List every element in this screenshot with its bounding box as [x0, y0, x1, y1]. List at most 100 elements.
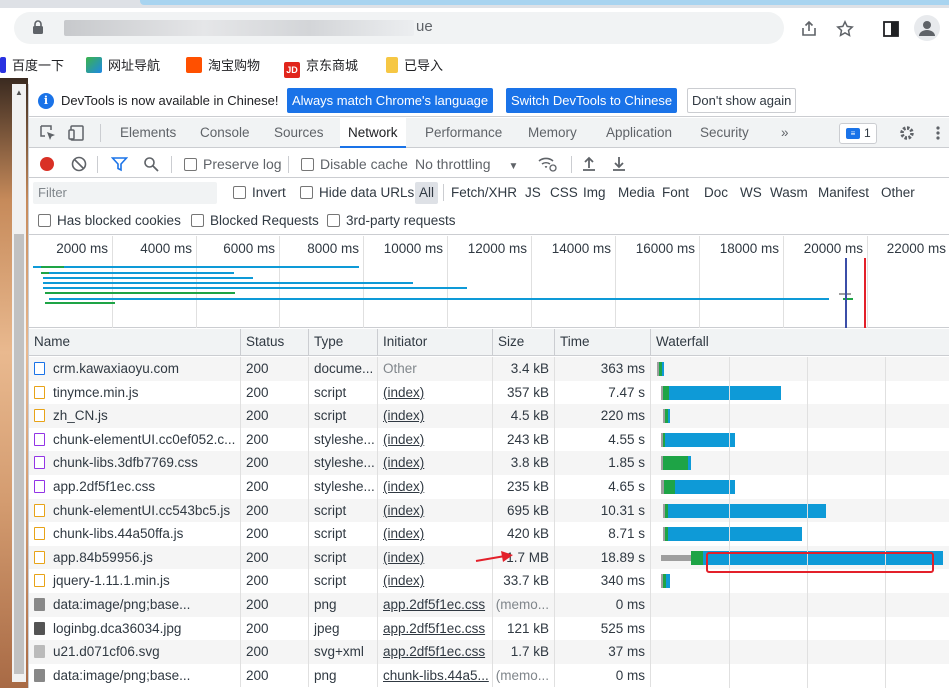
tab-security[interactable]: Security [700, 118, 749, 148]
request-initiator[interactable]: (index) [383, 573, 424, 588]
tab-console[interactable]: Console [200, 118, 250, 148]
tab-network[interactable]: Network [340, 118, 406, 148]
table-row[interactable]: chunk-libs.3dfb7769.css 200 styleshe... (in… [29, 451, 949, 475]
scroll-up-icon[interactable]: ▲ [15, 88, 23, 97]
document-icon [34, 362, 45, 375]
profile-avatar[interactable] [914, 15, 940, 41]
overview-tick-label: 6000 ms [223, 241, 275, 256]
column-status[interactable]: Status [241, 329, 309, 356]
filter-type-media[interactable]: Media [618, 185, 655, 200]
filter-type-all[interactable]: All [415, 182, 439, 204]
inspect-element-icon[interactable] [39, 124, 57, 142]
filter-type-font[interactable]: Font [662, 185, 689, 200]
network-conditions-wifi-icon[interactable] [537, 155, 557, 173]
page-scrollbar[interactable]: ▲ [12, 84, 26, 682]
issues-counter-button[interactable]: ≡ 1 [839, 123, 877, 144]
more-options-icon[interactable] [929, 124, 947, 142]
table-row[interactable]: data:image/png;base... 200 png chunk-libs.4… [29, 663, 949, 688]
invert-checkbox[interactable]: Invert [233, 185, 286, 200]
request-initiator[interactable]: app.2df5f1ec.css [383, 644, 485, 659]
blocked-requests-checkbox[interactable]: Blocked Requests [191, 213, 319, 228]
import-har-icon[interactable] [581, 155, 597, 172]
request-type: png [314, 597, 337, 612]
dont-show-again-button[interactable]: Don't show again [687, 88, 797, 113]
export-har-icon[interactable] [611, 155, 627, 172]
filter-type-manifest[interactable]: Manifest [818, 185, 869, 200]
bookmark-baidu[interactable]: 百度一下 [0, 55, 64, 74]
request-status: 200 [246, 597, 269, 612]
disable-cache-checkbox[interactable]: Disable cache [301, 156, 408, 172]
filter-type-other[interactable]: Other [881, 185, 915, 200]
bookmark-imported-folder[interactable]: 已导入 [386, 55, 443, 74]
overview-request-bar [47, 287, 467, 289]
request-initiator[interactable]: (index) [383, 385, 424, 400]
page-scrollbar-thumb[interactable] [14, 234, 24, 674]
table-row[interactable]: data:image/png;base... 200 png app.2df5f1ec… [29, 593, 949, 617]
settings-gear-icon[interactable] [898, 124, 916, 142]
preserve-log-checkbox[interactable]: Preserve log [184, 156, 282, 172]
filter-type-img[interactable]: Img [583, 185, 606, 200]
bookmark-taobao[interactable]: 淘宝购物 [186, 55, 260, 74]
table-row[interactable]: crm.kawaxiaoyu.com 200 docume... Other 3.4 k… [29, 357, 949, 381]
filter-icon[interactable] [111, 156, 128, 172]
clear-icon[interactable] [71, 156, 87, 172]
more-tabs-button[interactable]: » [781, 118, 789, 148]
filter-type-doc[interactable]: Doc [704, 185, 728, 200]
request-initiator[interactable]: (index) [383, 550, 424, 565]
table-row[interactable]: loginbg.dca36034.jpg 200 jpeg app.2df5f1ec.… [29, 616, 949, 641]
table-row[interactable]: zh_CN.js 200 script (index) 4.5 kB 220 ms [29, 404, 949, 428]
column-type[interactable]: Type [309, 329, 378, 356]
bookmark-star-icon[interactable] [836, 20, 854, 38]
column-size[interactable]: Size [493, 329, 555, 356]
bookmark-jd[interactable]: JD 京东商城 [284, 55, 358, 78]
filter-type-ws[interactable]: WS [740, 185, 762, 200]
checkbox-box [301, 158, 314, 171]
tab-performance[interactable]: Performance [425, 118, 502, 148]
request-initiator[interactable]: (index) [383, 408, 424, 423]
table-row[interactable]: chunk-elementUI.cc543bc5.js 200 script (ind… [29, 498, 949, 523]
table-row[interactable]: chunk-elementUI.cc0ef052.c... 200 styleshe… [29, 427, 949, 452]
request-initiator[interactable]: app.2df5f1ec.css [383, 621, 485, 636]
request-initiator[interactable]: (index) [383, 526, 424, 541]
bookmark-nav[interactable]: 网址导航 [86, 55, 160, 74]
match-language-button[interactable]: Always match Chrome's language [287, 88, 494, 113]
search-icon[interactable] [143, 156, 159, 172]
hide-data-urls-checkbox[interactable]: Hide data URLs [300, 185, 414, 200]
tab-memory[interactable]: Memory [528, 118, 577, 148]
request-initiator[interactable]: (index) [383, 503, 424, 518]
table-row[interactable]: tinymce.min.js 200 script (index) 357 kB 7.47… [29, 380, 949, 405]
column-time[interactable]: Time [555, 329, 651, 356]
column-initiator[interactable]: Initiator [378, 329, 493, 356]
filter-type-css[interactable]: CSS [550, 185, 578, 200]
network-overview-timeline[interactable]: 2000 ms 4000 ms 6000 ms 8000 ms 10000 ms 1200… [29, 236, 949, 328]
table-row[interactable]: u21.d071cf06.svg 200 svg+xml app.2df5f1ec.c… [29, 640, 949, 664]
request-initiator[interactable]: chunk-libs.44a5... [383, 668, 489, 683]
tab-application[interactable]: Application [606, 118, 672, 148]
filter-type-js[interactable]: JS [525, 185, 541, 200]
blocked-cookies-checkbox[interactable]: Has blocked cookies [38, 213, 181, 228]
filter-type-wasm[interactable]: Wasm [770, 185, 808, 200]
third-party-checkbox[interactable]: 3rd-party requests [327, 213, 456, 228]
request-initiator[interactable]: (index) [383, 432, 424, 447]
device-toolbar-icon[interactable] [68, 124, 86, 142]
side-panel-icon[interactable] [882, 20, 900, 38]
switch-chinese-button[interactable]: Switch DevTools to Chinese [506, 88, 678, 113]
share-icon[interactable] [800, 20, 818, 38]
filter-input[interactable]: Filter [33, 182, 217, 204]
throttling-select[interactable]: No throttling ▼ [415, 156, 518, 172]
table-row[interactable]: chunk-libs.44a50ffa.js 200 script (index) 42… [29, 522, 949, 546]
request-name: u21.d071cf06.svg [53, 644, 160, 660]
filter-type-fetch-xhr[interactable]: Fetch/XHR [451, 185, 517, 200]
tab-elements[interactable]: Elements [120, 118, 176, 148]
column-waterfall[interactable]: Waterfall [651, 329, 949, 356]
request-size: 235 kB [506, 479, 549, 494]
script-icon [34, 574, 45, 588]
request-initiator[interactable]: (index) [383, 455, 424, 470]
record-icon[interactable] [40, 157, 54, 171]
table-row[interactable]: app.2df5f1ec.css 200 styleshe... (index) 235… [29, 475, 949, 499]
request-initiator[interactable]: (index) [383, 479, 424, 494]
tab-sources[interactable]: Sources [274, 118, 324, 148]
column-name[interactable]: Name [29, 329, 241, 356]
request-initiator[interactable]: app.2df5f1ec.css [383, 597, 485, 612]
omnibox[interactable]: ue [14, 12, 784, 44]
